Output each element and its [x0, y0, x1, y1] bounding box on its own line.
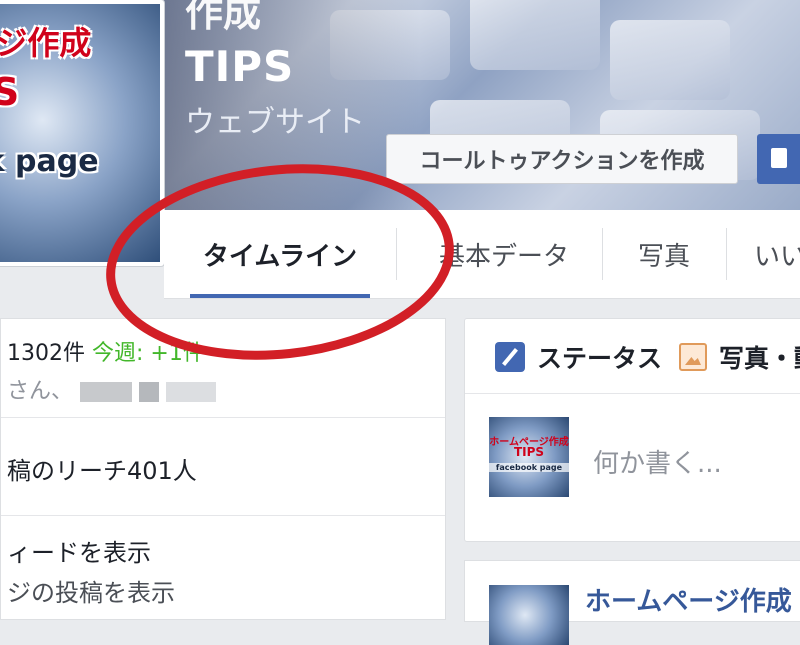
likes-count: 1302件 [7, 341, 85, 366]
avatar[interactable] [489, 585, 569, 645]
blurred-name [166, 382, 217, 402]
tab-likes[interactable]: いい [754, 210, 800, 298]
avatar-text: TIPS [513, 445, 545, 459]
tab-divider [396, 228, 397, 280]
photo-icon [679, 343, 707, 371]
tab-timeline[interactable]: タイムライン [190, 210, 370, 298]
likes-week-label: 今週: [92, 341, 144, 366]
post-composer: ステータス 写真・動 ホームページ作成 TIPS facebook page 何… [464, 318, 800, 542]
composer-tabs: ステータス 写真・動 [465, 319, 800, 394]
feed-links: ィードを表示 ジの投稿を表示 [1, 515, 445, 625]
tab-photos[interactable]: 写真 [604, 210, 724, 298]
cover-keyboard-key [610, 20, 730, 100]
composer-input[interactable]: 何か書く... [593, 443, 722, 480]
composer-tab-photo-video[interactable]: 写真・動 [679, 339, 800, 375]
profile-picture[interactable]: ージ作成 PS ok page [0, 0, 164, 266]
profile-picture-text: ok page [0, 144, 99, 179]
composer-tab-label: ステータス [537, 344, 663, 373]
tab-divider [726, 228, 727, 280]
blurred-name [80, 382, 133, 402]
profile-picture-text: PS [0, 70, 20, 114]
left-info-column: 1302件 今週: +1件 さん、 稿のリーチ401人 ィードを表示 ジの投稿を… [0, 318, 446, 620]
profile-picture-image: ージ作成 PS ok page [0, 4, 160, 262]
tab-divider [602, 228, 603, 280]
page-name[interactable]: TIPS [185, 42, 294, 91]
active-tab-indicator [190, 294, 370, 298]
likes-summary: 1302件 今週: +1件 さん、 [1, 319, 445, 418]
likes-names-line: さん、 [7, 373, 217, 405]
likes-week-value: +1件 [150, 341, 205, 366]
thumbs-up-icon [771, 148, 787, 168]
likes-names-suffix[interactable]: さん、 [7, 379, 73, 404]
tab-label: タイムライン [202, 241, 358, 272]
page-tab-bar: タイムライン 基本データ 写真 いい [164, 210, 800, 299]
cover-keyboard-key [470, 0, 600, 70]
show-page-posts-link[interactable]: ジの投稿を表示 [7, 573, 175, 608]
page-category[interactable]: ウェブサイト [185, 102, 375, 144]
pencil-icon [495, 342, 525, 372]
tab-label: 基本データ [438, 241, 569, 272]
tab-label: いい [754, 241, 800, 272]
create-call-to-action-button[interactable]: コールトゥアクションを作成 [386, 134, 738, 184]
like-button[interactable] [757, 134, 800, 184]
blurred-name [139, 382, 160, 402]
post-card: ホームページ作成 [464, 560, 800, 645]
composer-tab-label: 写真・動 [719, 344, 800, 373]
post-reach[interactable]: 稿のリーチ401人 [7, 451, 197, 486]
profile-picture-text: ージ作成 [0, 24, 92, 62]
avatar: ホームページ作成 TIPS facebook page [489, 417, 569, 497]
reach-summary: 稿のリーチ401人 [1, 417, 445, 516]
avatar-text: facebook page [489, 463, 569, 472]
tab-label: 写真 [637, 241, 690, 272]
page-title-fragment: 作成 [185, 0, 262, 35]
show-feed-link[interactable]: ィードを表示 [7, 533, 151, 568]
likes-count-line: 1302件 今週: +1件 [7, 335, 205, 367]
composer-tab-status[interactable]: ステータス [495, 339, 662, 375]
tab-about[interactable]: 基本データ [404, 210, 604, 298]
